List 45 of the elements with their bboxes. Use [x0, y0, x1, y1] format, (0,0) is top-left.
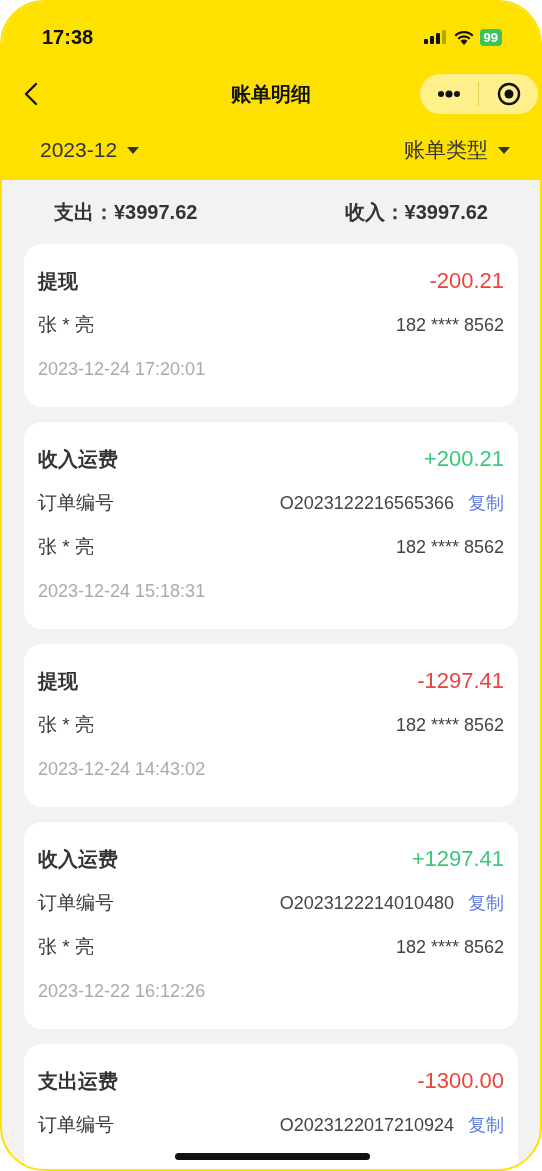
record-amount: -1297.41 [417, 668, 504, 694]
record-time: 2023-12-22 16:12:26 [38, 980, 206, 1002]
record-amount: -1300.00 [417, 1068, 504, 1094]
filter-dropdown[interactable]: 2023-12 [40, 136, 140, 164]
record-title: 提现 [38, 668, 78, 694]
back-icon[interactable] [24, 82, 38, 106]
battery-indicator: 99 [479, 28, 502, 46]
record-title: 收入运费 [38, 846, 118, 872]
phone-number: 182 **** 8562 [395, 936, 504, 958]
copy-link[interactable]: 复制 [468, 891, 504, 915]
record-time: 2023-12-24 14:43:02 [38, 758, 206, 780]
order-label: 订单编号 [38, 891, 114, 915]
order-number: O2023122216565366 [279, 492, 454, 514]
more-icon[interactable] [436, 90, 461, 98]
copy-link[interactable]: 复制 [468, 1113, 504, 1137]
order-label: 订单编号 [38, 491, 114, 515]
wifi-icon [453, 29, 474, 45]
page-title: 账单明细 [231, 81, 311, 107]
recipient-name: 张 * 亮 [38, 713, 94, 737]
record-amount: +200.21 [423, 446, 504, 472]
record-amount: -200.21 [429, 268, 504, 294]
summary-total: 支出：¥3997.62 [54, 199, 198, 225]
recipient-name: 张 * 亮 [38, 935, 94, 959]
order-label: 订单编号 [38, 1113, 114, 1137]
order-number: O2023122214010480 [279, 892, 454, 914]
recipient-name: 张 * 亮 [38, 313, 94, 337]
caret-icon [127, 146, 140, 154]
phone-number: 182 **** 8562 [395, 536, 504, 558]
phone-number: 182 **** 8562 [395, 314, 504, 336]
signal-icon [423, 30, 448, 44]
record-title: 收入运费 [38, 446, 118, 472]
record-time: 2023-12-24 17:20:01 [38, 358, 206, 380]
record-title: 支出运费 [38, 1068, 118, 1094]
status-time: 17:38 [42, 25, 94, 49]
close-target-icon[interactable] [497, 82, 522, 106]
record-time: 2023-12-24 15:18:31 [38, 580, 206, 602]
filter-dropdown[interactable]: 账单类型 [404, 136, 510, 164]
order-number: O2023122017210924 [279, 1114, 454, 1136]
record-title: 提现 [38, 268, 78, 294]
copy-link[interactable]: 复制 [468, 491, 504, 515]
record-amount: +1297.41 [411, 846, 504, 872]
recipient-name: 张 * 亮 [38, 535, 94, 559]
phone-number: 182 **** 8562 [395, 714, 504, 736]
summary-total: 收入：¥3997.62 [344, 199, 488, 225]
caret-icon [498, 146, 510, 154]
